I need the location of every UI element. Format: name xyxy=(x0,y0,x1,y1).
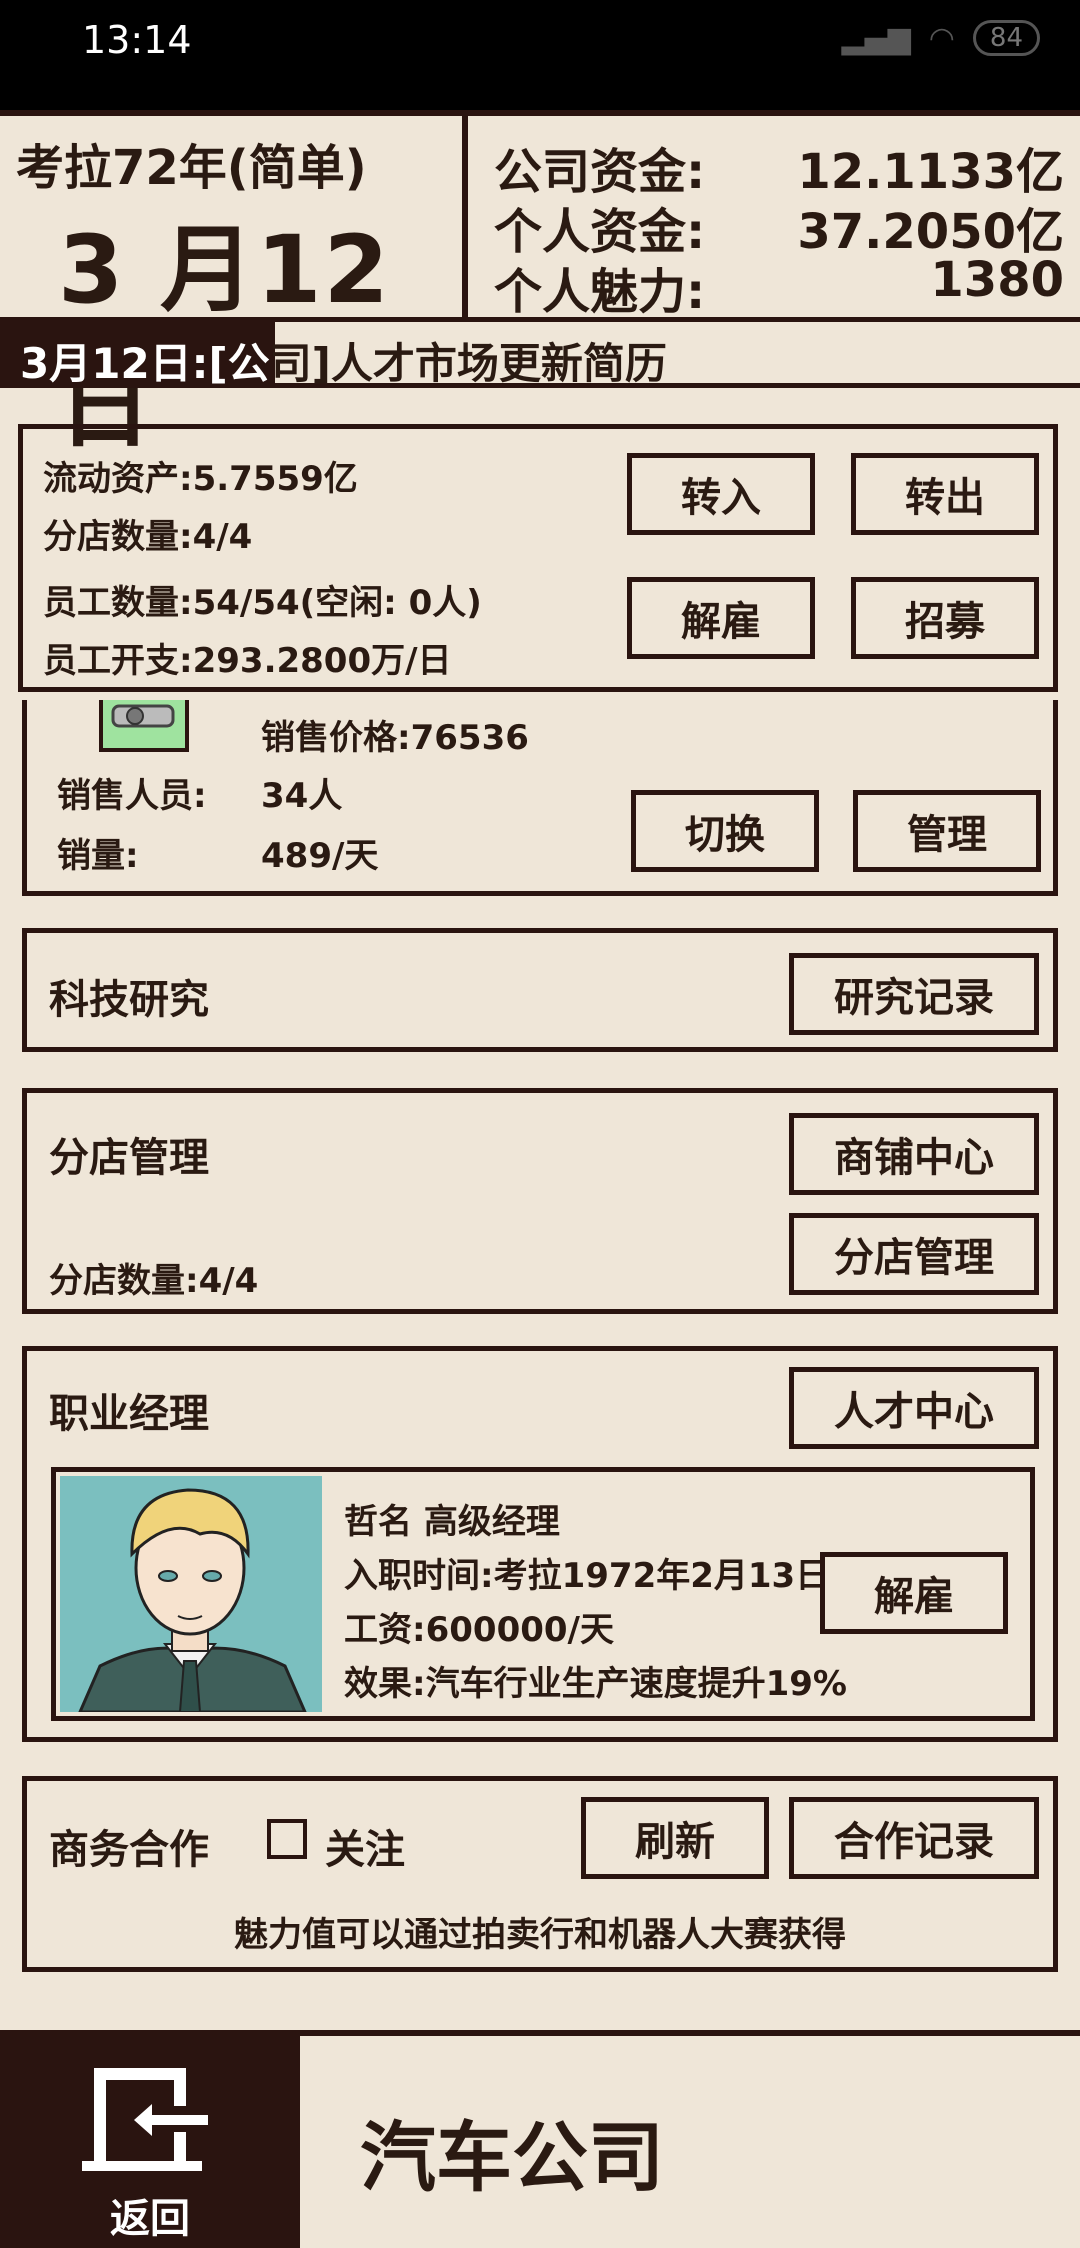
branch-panel: 分店管理 商铺中心 分店管理 分店数量:4/4 xyxy=(22,1088,1058,1314)
sales-price: 销售价格:76536 xyxy=(261,718,529,758)
business-hint: 魅力值可以通过拍卖行和机器人大赛获得 xyxy=(234,1915,846,1955)
dismiss-button[interactable]: 解雇 xyxy=(627,577,815,659)
assets-panel: 流动资产:5.7559亿 分店数量:4/4 员工数量:54/54(空闲: 0人)… xyxy=(18,424,1058,692)
employee-count: 员工数量:54/54(空闲: 0人) xyxy=(43,583,482,623)
branch-count: 分店数量:4/4 xyxy=(43,517,253,557)
transfer-in-button[interactable]: 转入 xyxy=(627,453,815,535)
follow-label: 关注 xyxy=(325,1827,405,1873)
branch-count-2: 分店数量:4/4 xyxy=(49,1261,259,1301)
charisma-value: 1380 xyxy=(930,252,1064,308)
manager-panel: 职业经理 人才中心 哲名 高级经理 入职时间:考拉1972年2月13日 工资:6… xyxy=(22,1346,1058,1742)
current-assets: 流动资产:5.7559亿 xyxy=(43,459,358,499)
branch-manage-button[interactable]: 分店管理 xyxy=(789,1213,1039,1295)
sales-staff-value: 34人 xyxy=(261,776,343,816)
follow-checkbox[interactable] xyxy=(267,1819,307,1859)
manager-effect: 效果:汽车行业生产速度提升19% xyxy=(344,1664,847,1704)
back-button[interactable]: 返回 xyxy=(0,2036,300,2248)
company-name: 汽车公司 xyxy=(360,2113,664,2202)
manager-salary: 工资:600000/天 xyxy=(344,1610,614,1650)
car-icon-graphic xyxy=(111,704,175,728)
manager-portrait xyxy=(60,1476,322,1712)
cooperation-records-button[interactable]: 合作记录 xyxy=(789,1797,1039,1879)
wifi-icon: ◠ xyxy=(928,20,955,56)
research-records-button[interactable]: 研究记录 xyxy=(789,953,1039,1035)
manager-avatar xyxy=(78,1488,307,1712)
business-panel: 商务合作 关注 刷新 合作记录 魅力值可以通过拍卖行和机器人大赛获得 xyxy=(22,1776,1058,1972)
sales-volume-value: 489/天 xyxy=(261,836,379,876)
charisma-label: 个人魅力: xyxy=(494,264,706,320)
product-car-icon xyxy=(99,700,189,752)
branch-title: 分店管理 xyxy=(49,1135,209,1181)
manager-hire-date: 入职时间:考拉1972年2月13日 xyxy=(344,1556,830,1596)
ticker-text: 3月12日:[公司]人才市场更新简历 xyxy=(20,330,667,391)
status-icons: ▂▄▆ ◠ 84 xyxy=(841,20,1040,56)
news-ticker: 3月12日:[公司]人才市场更新简历 xyxy=(0,322,1080,388)
employee-cost: 员工开支:293.2800万/日 xyxy=(43,641,452,681)
recruit-button[interactable]: 招募 xyxy=(851,577,1039,659)
status-time: 13:14 xyxy=(82,18,192,62)
business-title: 商务合作 xyxy=(49,1827,209,1873)
back-label: 返回 xyxy=(110,2196,190,2242)
research-title: 科技研究 xyxy=(49,977,209,1023)
transfer-out-button[interactable]: 转出 xyxy=(851,453,1039,535)
battery-icon: 84 xyxy=(972,20,1040,56)
date-box: 考拉72年(简单) 3 月12日 xyxy=(0,116,468,461)
talent-center-button[interactable]: 人才中心 xyxy=(789,1367,1039,1449)
shop-center-button[interactable]: 商铺中心 xyxy=(789,1113,1039,1195)
manager-title: 职业经理 xyxy=(49,1391,209,1437)
manager-card: 哲名 高级经理 入职时间:考拉1972年2月13日 工资:600000/天 效果… xyxy=(51,1467,1035,1721)
status-bar: 13:14 ▂▄▆ ◠ 84 xyxy=(0,0,1080,110)
sales-staff-label: 销售人员: xyxy=(57,776,207,816)
manager-name: 哲名 高级经理 xyxy=(344,1502,560,1542)
manager-dismiss-button[interactable]: 解雇 xyxy=(820,1552,1008,1634)
research-panel: 科技研究 研究记录 xyxy=(22,928,1058,1052)
ticker-rest: 司]人才市场更新简历 xyxy=(269,339,667,388)
manage-button[interactable]: 管理 xyxy=(853,790,1041,872)
year-label: 考拉72年(简单) xyxy=(16,140,367,196)
sales-panel: 销售价格:76536 销售人员: 34人 销量: 489/天 切换 管理 xyxy=(22,700,1058,896)
refresh-button[interactable]: 刷新 xyxy=(581,1797,769,1879)
back-icon xyxy=(82,2068,208,2171)
ticker-prefix: 3月12日:[公 xyxy=(20,339,270,388)
signal-icon: ▂▄▆ xyxy=(841,20,911,56)
charisma: 个人魅力: 1380 xyxy=(494,252,1064,322)
switch-button[interactable]: 切换 xyxy=(631,790,819,872)
sales-volume-label: 销量: xyxy=(57,836,139,876)
bottom-bar: 返回 汽车公司 xyxy=(0,2030,1080,2248)
header: 考拉72年(简单) 3 月12日 公司资金: 12.1133亿 个人资金: 37… xyxy=(0,110,1080,461)
